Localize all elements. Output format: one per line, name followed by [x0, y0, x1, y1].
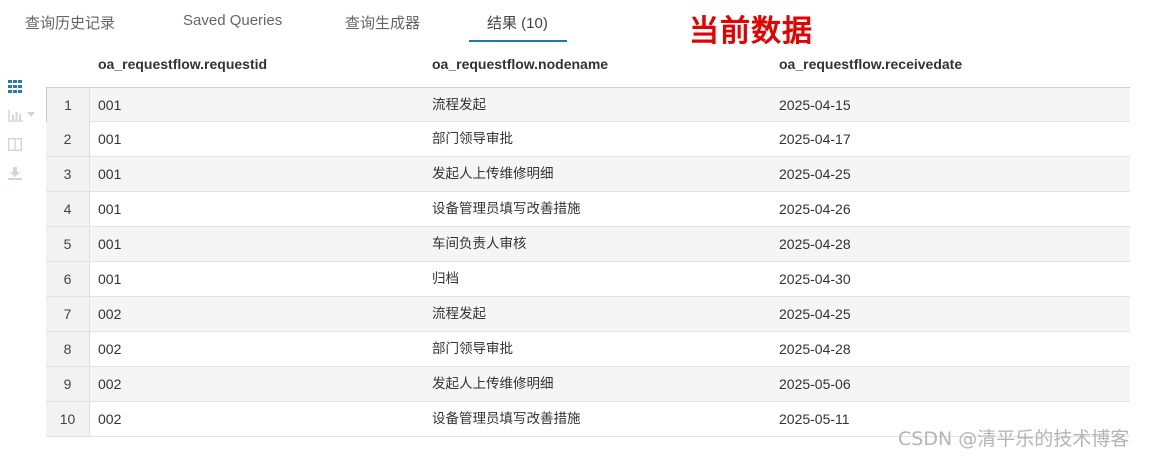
table-row[interactable]: 5 001 车间负责人审核 2025-04-28 [46, 227, 1130, 262]
cell-nodename[interactable]: 发起人上传维修明细 [432, 157, 554, 191]
cell-nodename[interactable]: 部门领导审批 [432, 122, 513, 156]
cell-receivedate[interactable]: 2025-04-26 [779, 192, 851, 226]
chart-view-button[interactable] [8, 105, 35, 125]
cell-requestid[interactable]: 001 [98, 88, 121, 122]
row-number: 8 [46, 332, 90, 366]
row-number: 3 [46, 157, 90, 191]
grid-view-icon [8, 79, 22, 93]
cell-requestid[interactable]: 002 [98, 367, 121, 401]
row-number: 9 [46, 367, 90, 401]
table-row[interactable]: 7 002 流程发起 2025-04-25 [46, 297, 1130, 332]
cell-receivedate[interactable]: 2025-04-28 [779, 332, 851, 366]
row-number: 5 [46, 227, 90, 261]
cell-requestid[interactable]: 001 [98, 192, 121, 226]
cell-requestid[interactable]: 002 [98, 402, 121, 436]
download-button[interactable] [8, 163, 34, 183]
chevron-down-icon [27, 112, 35, 118]
table-row[interactable]: 1 001 流程发起 2025-04-15 [46, 87, 1130, 122]
row-number: 4 [46, 192, 90, 226]
download-icon [8, 166, 22, 180]
chart-icon [8, 109, 24, 122]
cell-nodename[interactable]: 流程发起 [432, 297, 486, 331]
table-row[interactable]: 4 001 设备管理员填写改善措施 2025-04-26 [46, 192, 1130, 227]
cell-nodename[interactable]: 设备管理员填写改善措施 [432, 402, 581, 436]
tab-saved-queries[interactable]: Saved Queries [183, 12, 282, 29]
cell-requestid[interactable]: 001 [98, 262, 121, 296]
cell-receivedate[interactable]: 2025-04-28 [779, 227, 851, 261]
row-number: 7 [46, 297, 90, 331]
tab-query-history[interactable]: 查询历史记录 [25, 12, 115, 33]
current-data-annotation: 当前数据 [689, 14, 813, 49]
table-row[interactable]: 2 001 部门领导审批 2025-04-17 [46, 122, 1130, 157]
cell-nodename[interactable]: 车间负责人审核 [432, 227, 527, 261]
columns-button[interactable] [8, 134, 34, 154]
results-header-row: oa_requestflow.requestid oa_requestflow.… [46, 48, 1130, 82]
table-row[interactable]: 9 002 发起人上传维修明细 2025-05-06 [46, 367, 1130, 402]
tab-bar: 查询历史记录 Saved Queries 查询生成器 结果 (10) [0, 0, 1168, 44]
row-number: 2 [46, 122, 90, 156]
cell-requestid[interactable]: 001 [98, 122, 121, 156]
table-row[interactable]: 8 002 部门领导审批 2025-04-28 [46, 332, 1130, 367]
tab-query-builder[interactable]: 查询生成器 [345, 12, 420, 33]
column-header-receivedate[interactable]: oa_requestflow.receivedate [779, 56, 962, 72]
cell-receivedate[interactable]: 2025-04-17 [779, 122, 851, 156]
watermark: CSDN @清平乐的技术博客 [898, 428, 1130, 450]
columns-icon [8, 137, 22, 151]
column-header-nodename[interactable]: oa_requestflow.nodename [432, 56, 608, 72]
row-number: 10 [46, 402, 90, 436]
cell-nodename[interactable]: 归档 [432, 262, 459, 296]
cell-nodename[interactable]: 部门领导审批 [432, 332, 513, 366]
cell-receivedate[interactable]: 2025-05-11 [779, 402, 850, 436]
cell-receivedate[interactable]: 2025-04-15 [779, 88, 851, 122]
table-row[interactable]: 6 001 归档 2025-04-30 [46, 262, 1130, 297]
cell-receivedate[interactable]: 2025-04-25 [779, 157, 851, 191]
cell-requestid[interactable]: 001 [98, 157, 121, 191]
tab-results[interactable]: 结果 (10) [487, 12, 548, 33]
row-number: 6 [46, 262, 90, 296]
row-number: 1 [46, 88, 90, 122]
cell-requestid[interactable]: 001 [98, 227, 121, 261]
cell-nodename[interactable]: 流程发起 [432, 88, 486, 122]
cell-receivedate[interactable]: 2025-04-30 [779, 262, 851, 296]
cell-nodename[interactable]: 设备管理员填写改善措施 [432, 192, 581, 226]
active-tab-indicator [469, 40, 567, 42]
table-row[interactable]: 3 001 发起人上传维修明细 2025-04-25 [46, 157, 1130, 192]
cell-receivedate[interactable]: 2025-04-25 [779, 297, 851, 331]
cell-requestid[interactable]: 002 [98, 332, 121, 366]
column-header-requestid[interactable]: oa_requestflow.requestid [98, 56, 267, 72]
cell-nodename[interactable]: 发起人上传维修明细 [432, 367, 554, 401]
grid-view-button[interactable] [8, 76, 34, 96]
cell-requestid[interactable]: 002 [98, 297, 121, 331]
cell-receivedate[interactable]: 2025-05-06 [779, 367, 851, 401]
